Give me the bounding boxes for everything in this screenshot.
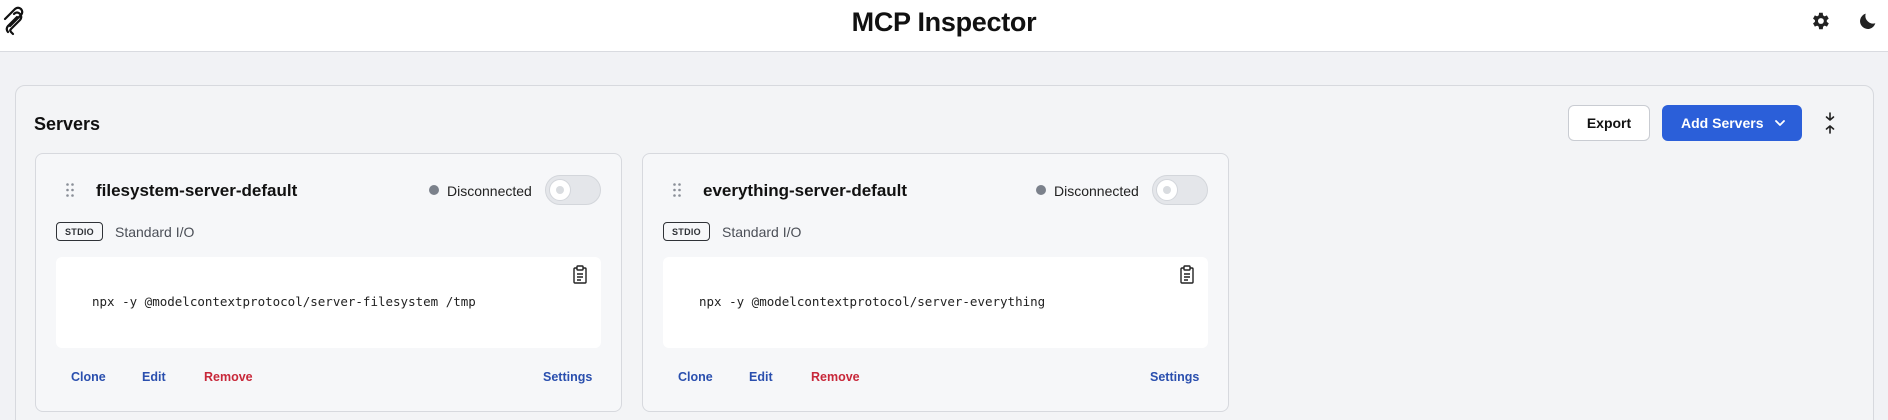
add-servers-label: Add Servers — [1681, 115, 1764, 131]
server-card: everything-server-default Disconnected S… — [642, 153, 1229, 412]
server-name: filesystem-server-default — [96, 181, 298, 200]
status-indicator-icon — [1036, 185, 1046, 195]
settings-button[interactable]: Settings — [1150, 369, 1199, 385]
clone-button[interactable]: Clone — [71, 369, 106, 385]
edit-button[interactable]: Edit — [142, 369, 166, 385]
server-card: filesystem-server-default Disconnected S… — [35, 153, 622, 412]
add-servers-button[interactable]: Add Servers — [1662, 105, 1802, 141]
moon-icon[interactable] — [1857, 10, 1879, 32]
command-box: npx -y @modelcontextprotocol/server-ever… — [663, 257, 1208, 348]
remove-button[interactable]: Remove — [204, 369, 253, 385]
clone-button[interactable]: Clone — [678, 369, 713, 385]
panel-title: Servers — [34, 114, 101, 134]
connect-toggle[interactable] — [1152, 175, 1208, 205]
toggle-knob — [1156, 179, 1178, 201]
status-text: Disconnected — [447, 183, 532, 199]
remove-button[interactable]: Remove — [811, 369, 860, 385]
command-text: npx -y @modelcontextprotocol/server-ever… — [699, 294, 1046, 309]
top-bar: MCP Inspector — [0, 0, 1888, 52]
command-text: npx -y @modelcontextprotocol/server-file… — [92, 294, 476, 309]
collapse-all-icon[interactable] — [1820, 112, 1840, 134]
server-name: everything-server-default — [703, 181, 908, 200]
connect-toggle[interactable] — [545, 175, 601, 205]
app-title: MCP Inspector — [851, 7, 1037, 37]
toggle-knob — [549, 179, 571, 201]
status-text: Disconnected — [1054, 183, 1139, 199]
status-indicator-icon — [429, 185, 439, 195]
copy-icon[interactable] — [1178, 265, 1196, 285]
transport-badge: STDIO — [56, 222, 103, 241]
gear-icon[interactable] — [1809, 10, 1831, 32]
settings-button[interactable]: Settings — [543, 369, 592, 385]
drag-handle-icon[interactable] — [65, 182, 75, 198]
export-button[interactable]: Export — [1568, 105, 1650, 141]
transport-badge: STDIO — [663, 222, 710, 241]
transport-label: Standard I/O — [722, 224, 802, 240]
command-box: npx -y @modelcontextprotocol/server-file… — [56, 257, 601, 348]
transport-label: Standard I/O — [115, 224, 195, 240]
drag-handle-icon[interactable] — [672, 182, 682, 198]
edit-button[interactable]: Edit — [749, 369, 773, 385]
copy-icon[interactable] — [571, 265, 589, 285]
chevron-down-icon — [1775, 120, 1785, 126]
